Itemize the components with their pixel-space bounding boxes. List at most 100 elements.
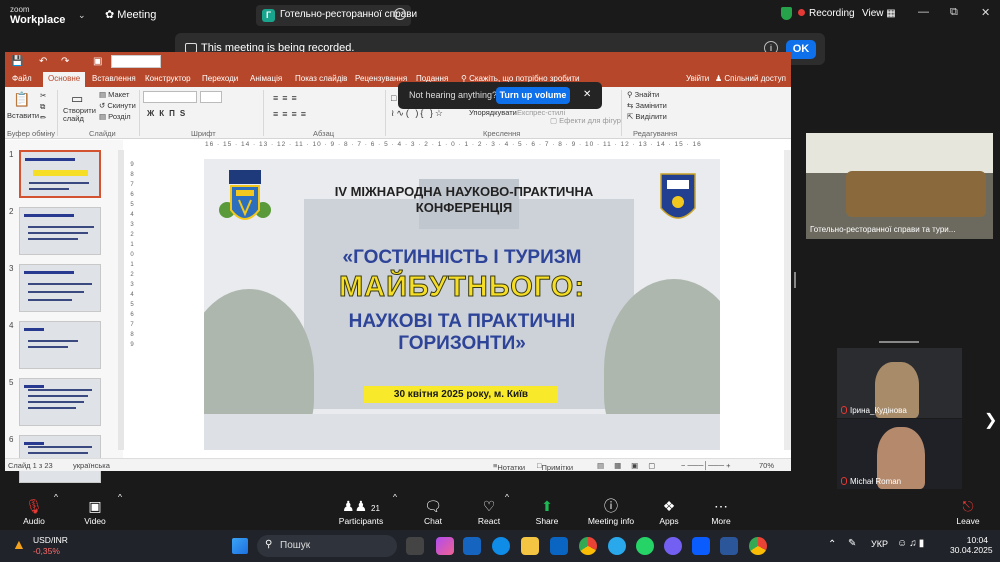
input-language[interactable]: УКР xyxy=(871,539,888,549)
store-icon[interactable] xyxy=(463,537,481,555)
align-buttons[interactable]: ≡≡≡≡ xyxy=(273,109,310,119)
zoom-workplace-logo[interactable]: zoom Workplace xyxy=(10,4,65,26)
zoom-slider[interactable]: − ───│─── + xyxy=(681,461,731,470)
slide-thumbnail[interactable] xyxy=(19,264,101,312)
tab-animations[interactable]: Анімація xyxy=(250,74,282,83)
react-options-chevron-icon[interactable]: ^ xyxy=(503,492,511,502)
slide-canvas[interactable]: IV МІЖНАРОДНА НАУКОВО-ПРАКТИЧНА КОНФЕРЕНЦ… xyxy=(204,159,720,450)
redo-icon[interactable]: ↷ xyxy=(61,56,69,67)
participants-button[interactable]: ♟♟ 21 Participants xyxy=(331,492,391,526)
more-button[interactable]: ⋯ More xyxy=(691,492,751,526)
telegram-icon[interactable] xyxy=(608,537,626,555)
gallery-drag-handle[interactable] xyxy=(879,341,919,343)
chrome-icon[interactable] xyxy=(579,537,597,555)
video-tile-participant[interactable]: Ірина_Кудінова xyxy=(837,348,962,418)
meeting-tab[interactable]: ✿ Meeting xyxy=(105,8,156,21)
clock[interactable]: 10:04 30.04.2025 xyxy=(950,535,993,555)
tab-slideshow[interactable]: Показ слайдів xyxy=(295,74,347,83)
undo-icon[interactable]: ↶ xyxy=(39,56,47,67)
close-icon[interactable]: ✕ xyxy=(583,89,591,100)
meeting-title-pill[interactable]: Г Готельно-ресторанної справи ··· xyxy=(256,5,417,26)
copilot-icon[interactable] xyxy=(436,537,454,555)
sign-in-link[interactable]: Увійти xyxy=(686,74,709,83)
tab-home[interactable]: Основне xyxy=(43,72,86,87)
new-slide-button[interactable]: Створити слайд xyxy=(63,107,97,123)
view-button[interactable]: View ▦ xyxy=(862,8,896,19)
recording-indicator[interactable]: Recording xyxy=(798,8,855,19)
notes-button[interactable]: ≡ Нотатки xyxy=(493,461,525,472)
slide-thumbnail[interactable] xyxy=(19,378,101,426)
restore-icon[interactable]: ⧉ xyxy=(950,6,958,19)
section-button[interactable]: ▤ Розділ xyxy=(99,112,131,121)
participants-options-chevron-icon[interactable]: ^ xyxy=(391,492,399,502)
slide-thumbnails-pane[interactable]: 1 2 3 4 5 6 xyxy=(5,140,123,483)
task-view-icon[interactable] xyxy=(406,537,424,555)
split-resize-handle[interactable] xyxy=(794,272,796,288)
paste-icon[interactable]: 📋 xyxy=(13,91,30,108)
share-button[interactable]: ⬆ Share xyxy=(517,492,577,526)
word-icon[interactable] xyxy=(720,537,738,555)
tab-design[interactable]: Конструктор xyxy=(145,74,191,83)
edge-icon[interactable] xyxy=(492,537,510,555)
find-button[interactable]: ⚲ Знайти xyxy=(627,90,659,99)
view-mode-buttons[interactable]: ▤▦▣▢ xyxy=(597,461,665,470)
apps-button[interactable]: ❖ Apps xyxy=(639,492,699,526)
tray-overflow-icon[interactable]: ⌃ xyxy=(828,539,836,550)
select-button[interactable]: ⇱ Виділити xyxy=(627,112,667,121)
meeting-info-button[interactable]: ⓘ Meeting info xyxy=(581,492,641,526)
viber-icon[interactable] xyxy=(664,537,682,555)
format-painter-icon[interactable]: ✏ xyxy=(40,113,46,122)
turn-up-volume-button[interactable]: Turn up volume xyxy=(496,87,570,104)
new-slide-icon[interactable]: ▭ xyxy=(71,91,83,107)
network-volume-battery-icons[interactable]: ☺♫▮ xyxy=(897,538,926,549)
font-size-combobox[interactable] xyxy=(111,55,161,68)
video-options-chevron-icon[interactable]: ^ xyxy=(116,492,124,502)
tab-insert[interactable]: Вставлення xyxy=(92,74,136,83)
zoom-app-icon[interactable] xyxy=(692,537,710,555)
layout-button[interactable]: ▤ Макет xyxy=(99,90,129,99)
chrome-profile-icon[interactable] xyxy=(749,537,767,555)
language-indicator[interactable]: українська xyxy=(73,461,110,470)
tab-file[interactable]: Файл xyxy=(12,74,32,83)
font-size-field[interactable] xyxy=(200,91,222,103)
chevron-down-icon[interactable]: ⌄ xyxy=(78,10,86,21)
audio-options-chevron-icon[interactable]: ^ xyxy=(52,492,60,502)
whatsapp-icon[interactable] xyxy=(636,537,654,555)
video-tile-room[interactable]: Готельно-ресторанної справи та тури... xyxy=(806,133,993,239)
next-page-arrow-icon[interactable]: ❯ xyxy=(984,410,997,430)
zoom-percent[interactable]: 70% xyxy=(759,461,774,470)
slide-thumbnail[interactable] xyxy=(19,150,101,198)
security-shield-icon[interactable] xyxy=(781,7,792,20)
save-icon[interactable]: 💾 xyxy=(11,56,23,67)
leave-button[interactable]: ⎋ Leave xyxy=(938,492,998,526)
presentation-icon[interactable]: ▣ xyxy=(93,56,102,67)
font-name-field[interactable] xyxy=(143,91,197,103)
ticker-name[interactable]: USD/INR xyxy=(33,535,68,545)
paste-button[interactable]: Вставити xyxy=(7,111,39,120)
slide-scrollbar[interactable] xyxy=(784,150,791,450)
pen-icon[interactable]: ✎ xyxy=(848,538,856,549)
tab-review[interactable]: Рецензування xyxy=(355,74,407,83)
more-icon[interactable]: ··· xyxy=(394,8,406,20)
slide-thumbnail[interactable] xyxy=(19,207,101,255)
comments-button[interactable]: □ Примітки xyxy=(537,461,573,472)
replace-button[interactable]: ⇆ Замінити xyxy=(627,101,667,110)
video-tile-participant[interactable]: Michał Roman xyxy=(837,419,962,489)
chat-button[interactable]: 🗨 Chat xyxy=(403,492,463,526)
share-access-button[interactable]: ♟ Спільний доступ xyxy=(715,74,786,83)
taskbar-search[interactable]: ⚲ Пошук xyxy=(257,535,397,557)
stock-widget-icon[interactable]: ▲ xyxy=(12,536,26,552)
copy-icon[interactable]: ⧉ xyxy=(40,102,45,112)
slide-thumbnail[interactable] xyxy=(19,321,101,369)
arrange-button[interactable]: Упорядкувати xyxy=(469,108,517,117)
tab-transitions[interactable]: Переходи xyxy=(202,74,238,83)
shape-effects-button[interactable]: ▢ Ефекти для фігур xyxy=(550,116,621,125)
outlook-icon[interactable] xyxy=(550,537,568,555)
thumbnails-scrollbar[interactable] xyxy=(118,150,124,450)
reset-button[interactable]: ↺ Скинути xyxy=(99,101,136,110)
font-style-buttons[interactable]: ЖКПS xyxy=(147,109,190,118)
list-buttons[interactable]: ≡≡≡ xyxy=(273,93,301,103)
cut-icon[interactable]: ✂ xyxy=(40,91,46,100)
shapes-gallery-row2[interactable]: ≀∿( ){ }☆ xyxy=(391,108,445,119)
file-explorer-icon[interactable] xyxy=(521,537,539,555)
